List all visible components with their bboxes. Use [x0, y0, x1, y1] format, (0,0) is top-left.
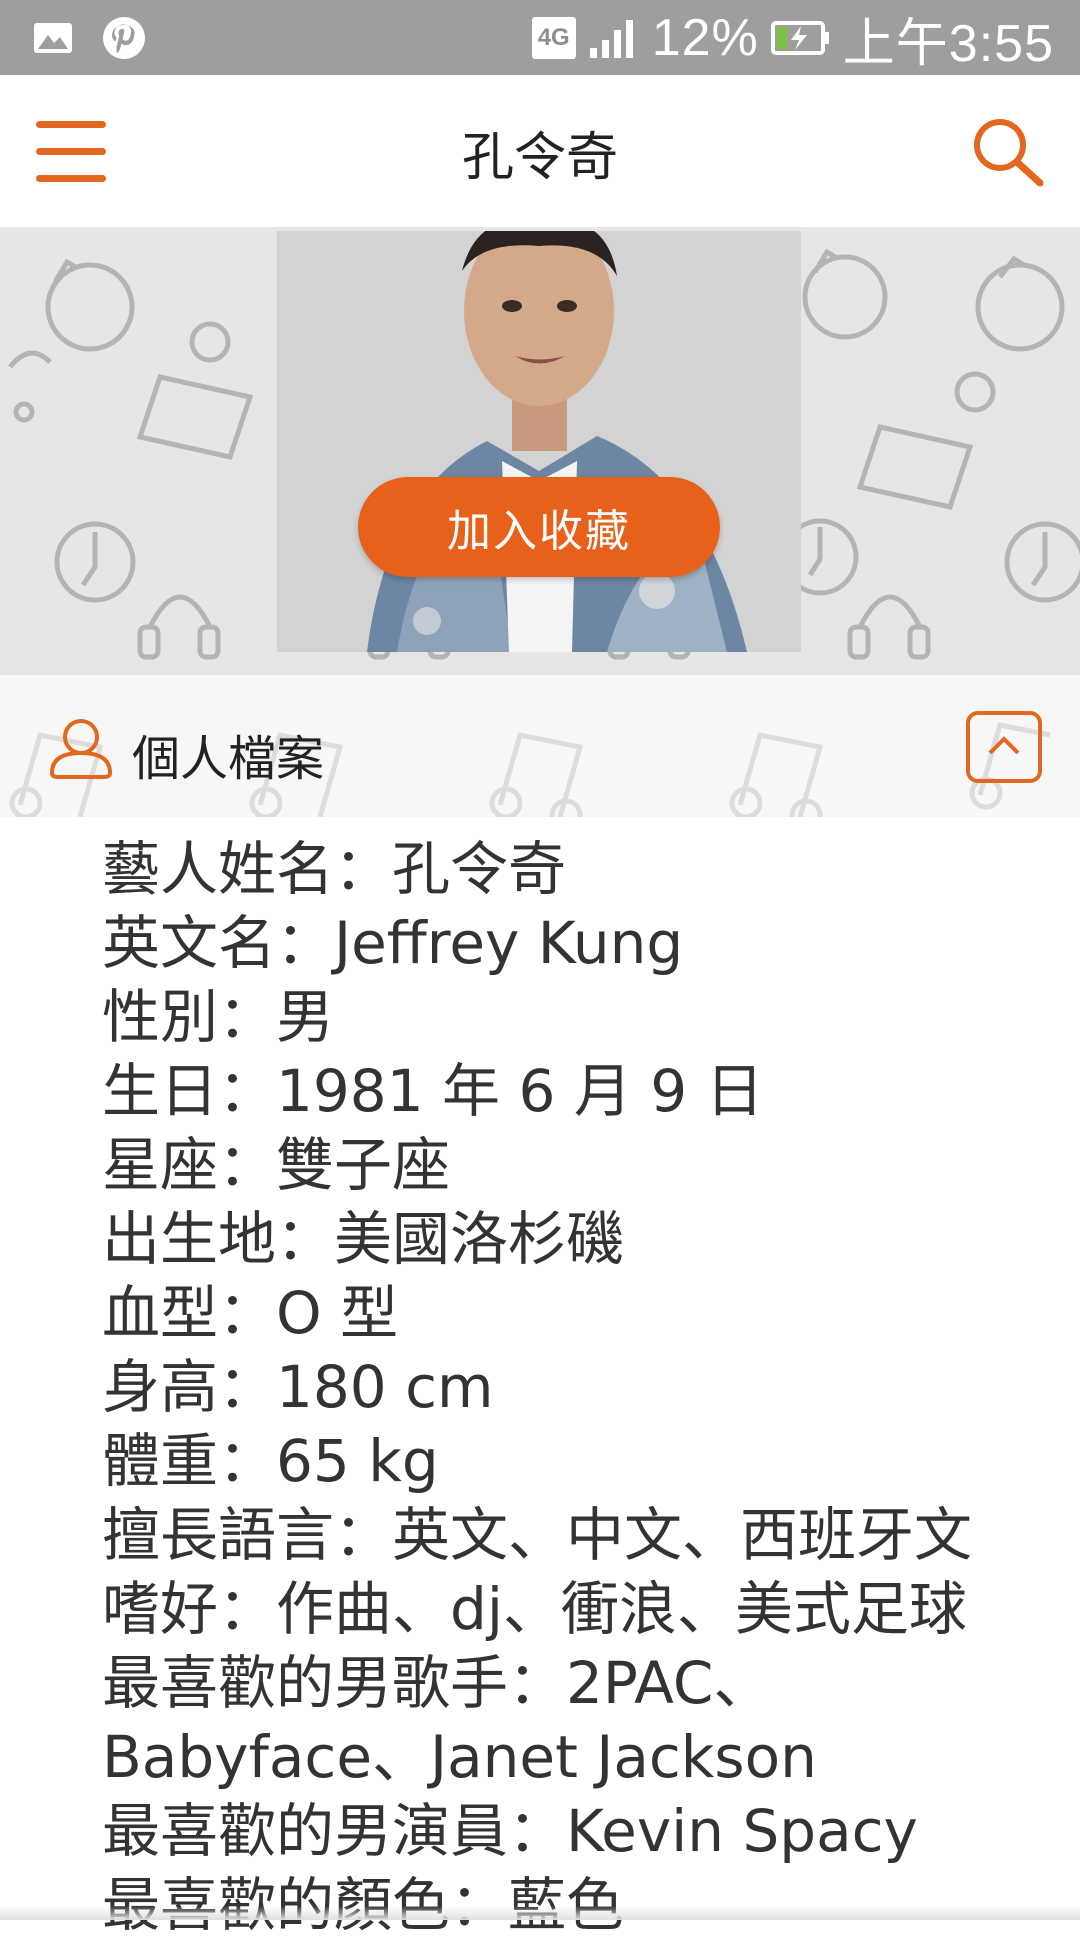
app-header: 孔令奇 — [0, 75, 1080, 227]
profile-line-favorite-singers: 最喜歡的男歌手：2PAC、Babyface、Janet Jackson — [102, 1649, 817, 1791]
profile-line-favorite-color: 最喜歡的顏色：藍色 — [102, 1871, 625, 1939]
artist-hero — [0, 227, 1080, 675]
pinterest-icon — [103, 17, 145, 59]
profile-line-languages: 擅長語言：英文、中文、西班牙文 — [102, 1501, 973, 1569]
scroll-edge — [0, 1906, 1080, 1920]
battery-charging-icon — [770, 21, 829, 55]
status-bar: 4G 12% 上午3:55 — [0, 0, 1080, 75]
profile-section-title: 個人檔案 — [132, 731, 325, 787]
profile-line-birthplace: 出生地：美國洛杉磯 — [102, 1205, 625, 1273]
profile-line-name: 藝人姓名：孔令奇 — [102, 835, 567, 903]
signal-icon — [589, 20, 633, 58]
profile-line-hobbies: 嗜好：作曲、dj、衝浪、美式足球 — [102, 1575, 967, 1643]
chevron-up-icon — [988, 736, 1020, 755]
page-title: 孔令奇 — [461, 128, 618, 188]
collapse-button[interactable] — [966, 711, 1042, 783]
add-to-favorites-button[interactable]: 加入收藏 — [358, 477, 720, 577]
profile-line-zodiac: 星座：雙子座 — [102, 1131, 451, 1199]
profile-line-favorite-actor: 最喜歡的男演員：Kevin Spacy — [102, 1797, 918, 1865]
profile-line-height: 身高：180 cm — [102, 1353, 494, 1421]
artist-photo — [277, 231, 801, 652]
search-icon[interactable] — [970, 115, 1044, 189]
profile-line-blood-type: 血型：O 型 — [102, 1279, 399, 1347]
profile-section-header[interactable]: 個人檔案 — [0, 675, 1080, 817]
profile-details: 藝人姓名：孔令奇 英文名：Jeffrey Kung 性別：男 生日：1981 年… — [102, 832, 1042, 1942]
profile-line-gender: 性別：男 — [102, 983, 335, 1051]
profile-line-birthday: 生日：1981 年 6 月 9 日 — [102, 1057, 764, 1125]
profile-icon — [49, 719, 113, 779]
profile-line-english-name: 英文名：Jeffrey Kung — [102, 909, 684, 977]
profile-line-weight: 體重：65 kg — [102, 1427, 439, 1495]
clock: 上午3:55 — [842, 14, 1054, 73]
gallery-icon — [34, 23, 72, 53]
battery-percent: 12% — [651, 9, 759, 67]
network-badge: 4G — [531, 17, 576, 59]
